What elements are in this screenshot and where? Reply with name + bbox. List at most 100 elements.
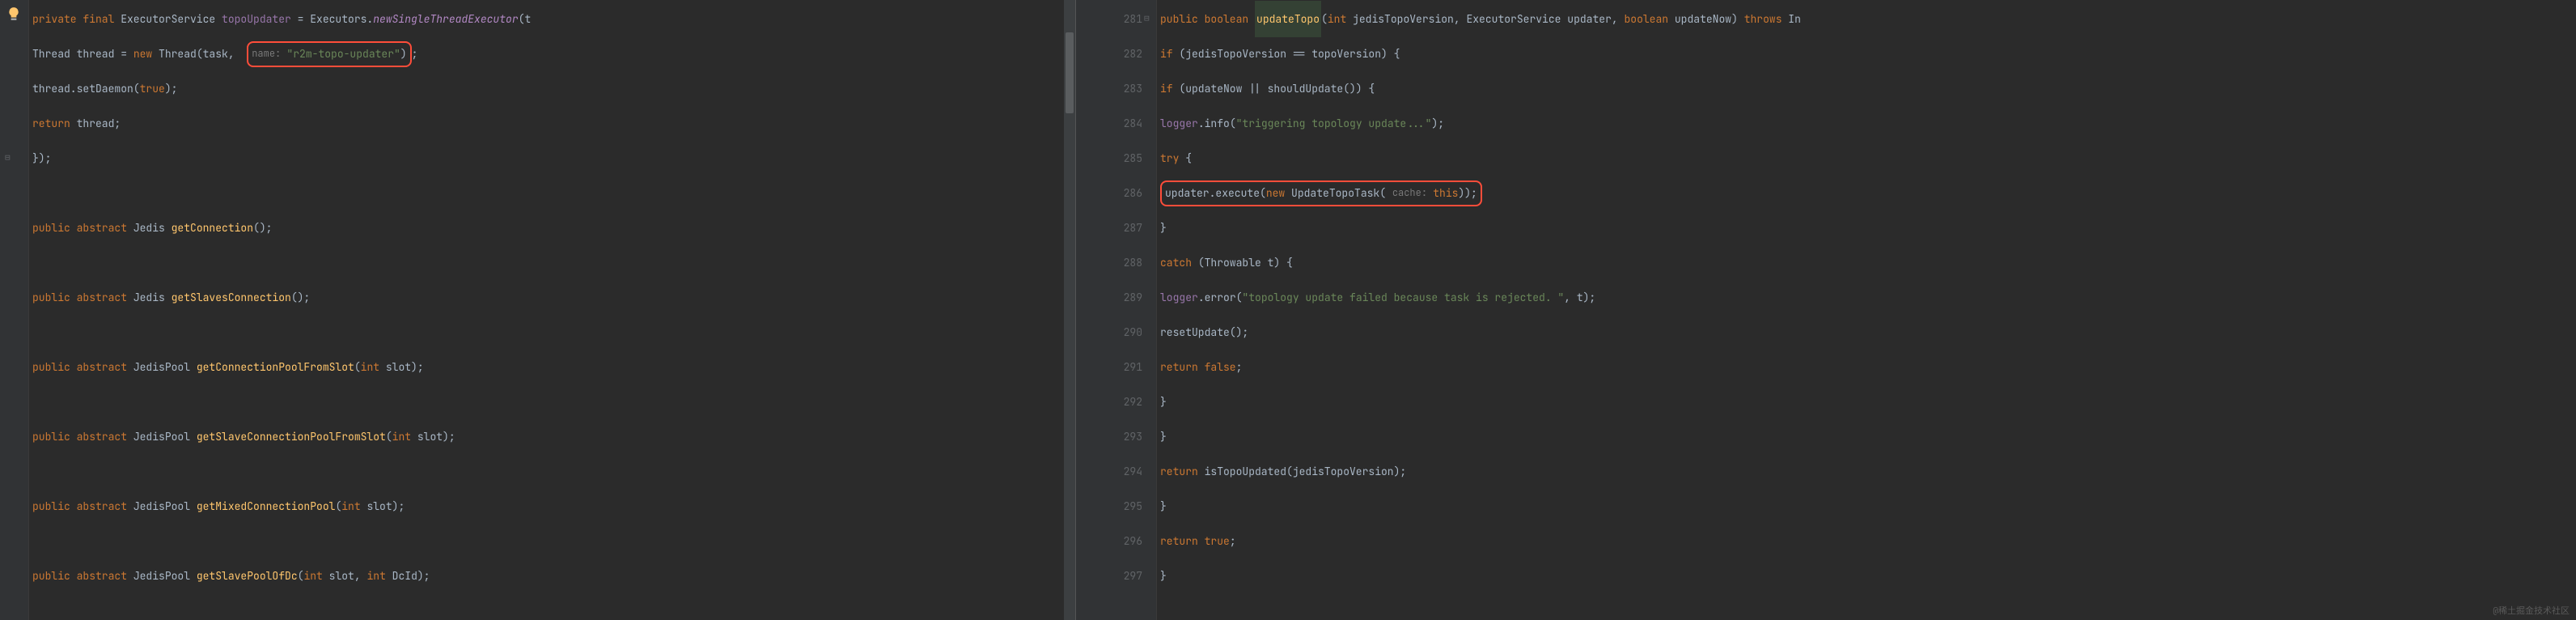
code-line[interactable]: return false; [1160,350,2576,384]
code-token: getSlaveConnectionPoolFromSlot [197,419,386,454]
code-token: name: [252,36,286,71]
code-line[interactable]: }); [32,141,1075,176]
line-number: 288 [1076,245,1142,280]
code-line[interactable]: } [1160,489,2576,524]
code-line[interactable]: resetUpdate(); [1160,315,2576,350]
code-area-left[interactable]: private final ExecutorService topoUpdate… [32,2,1075,593]
editor-pane-right[interactable]: 2812822832842852862872882892902912922932… [1076,0,2576,620]
code-line[interactable]: public abstract Jedis getSlavesConnectio… [32,280,1075,315]
code-token: Jedis [133,280,172,315]
code-token: Thread(task, [159,36,247,71]
line-number: 294 [1076,454,1142,489]
code-token: (jedisTopoVersion == topoVersion) { [1179,36,1400,71]
code-token: return [1160,454,1205,489]
code-token: (); [291,280,310,315]
highlight-box: name: "r2m-topo-updater") [247,41,411,67]
code-line[interactable]: try { [1160,141,2576,176]
line-number: 292 [1076,384,1142,419]
code-token: Jedis [133,210,172,245]
code-token: DcId); [392,558,430,593]
line-numbers-right: 2812822832842852862872882892902912922932… [1076,0,1154,593]
editor-pane-left[interactable]: private final ExecutorService topoUpdate… [0,0,1076,620]
code-line[interactable]: } [1160,558,2576,593]
fold-handle-icon[interactable]: ⊟ [1144,13,1150,24]
line-number: 296 [1076,524,1142,558]
code-line[interactable]: thread.setDaemon(true); [32,71,1075,106]
code-line[interactable]: public abstract JedisPool getMixedConnec… [32,489,1075,524]
code-token: "r2m-topo-updater" [286,36,400,71]
code-line[interactable]: public abstract JedisPool getSlaveConnec… [32,419,1075,454]
code-line[interactable]: if (updateNow || shouldUpdate()) { [1160,71,2576,106]
code-token: updater.execute( [1165,176,1266,210]
code-token: "triggering topology update..." [1236,106,1432,141]
code-token: ; [1230,524,1236,558]
code-token: ( [1321,2,1328,36]
intention-bulb-icon[interactable] [6,6,21,21]
code-line[interactable]: catch (Throwable t) { [1160,245,2576,280]
code-token: private final [32,2,121,36]
code-line[interactable] [32,384,1075,419]
line-number: 283 [1076,71,1142,106]
code-token: ) [400,36,407,71]
code-token: ( [298,558,304,593]
code-line[interactable]: public abstract JedisPool getConnectionP… [32,350,1075,384]
code-token: isTopoUpdated(jedisTopoVersion); [1205,454,1407,489]
code-line[interactable]: return thread; [32,106,1075,141]
code-token: )); [1458,176,1477,210]
scroll-thumb-left[interactable] [1066,32,1074,113]
code-token: (); [253,210,272,245]
code-line[interactable]: logger.error("topology update failed bec… [1160,280,2576,315]
code-token: .info( [1198,106,1236,141]
code-line[interactable]: updater.execute(new UpdateTopoTask( cach… [1160,176,2576,210]
code-line[interactable] [32,315,1075,350]
code-area-right[interactable]: public boolean updateTopo(int jedisTopoV… [1160,2,2576,593]
code-token: updateNow) [1675,2,1744,36]
fold-handle-icon[interactable]: ⊟ [5,152,11,163]
code-line[interactable]: } [1160,419,2576,454]
code-line[interactable] [32,245,1075,280]
code-line[interactable]: return true; [1160,524,2576,558]
code-token: slot, [329,558,367,593]
code-line[interactable] [32,524,1075,558]
code-token: int [366,558,392,593]
code-line[interactable] [32,454,1075,489]
code-line[interactable]: public abstract Jedis getConnection(); [32,210,1075,245]
code-line[interactable]: Thread thread = new Thread(task, name: "… [32,36,1075,71]
code-token: public abstract [32,489,133,524]
code-token: } [1160,384,1167,419]
code-token: int [303,558,328,593]
watermark: @稀土掘金技术社区 [2493,604,2570,617]
code-token: ); [165,71,178,106]
code-token: getConnectionPoolFromSlot [197,350,354,384]
code-token: if [1160,36,1179,71]
line-number: 286 [1076,176,1142,210]
scrollbar-left[interactable] [1064,0,1075,620]
code-line[interactable]: public abstract JedisPool getSlavePoolOf… [32,558,1075,593]
code-line[interactable]: } [1160,210,2576,245]
code-token: thread; [77,106,121,141]
code-token: slot); [386,350,424,384]
code-token: } [1160,558,1167,593]
code-token: topoUpdater [222,2,291,36]
code-token: ( [335,489,341,524]
code-line[interactable]: } [1160,384,2576,419]
code-line[interactable]: public boolean updateTopo(int jedisTopoV… [1160,2,2576,36]
code-token: = Executors. [291,2,373,36]
code-token: public abstract [32,350,133,384]
code-token: Thread [32,36,77,71]
code-line[interactable]: if (jedisTopoVersion == topoVersion) { [1160,36,2576,71]
code-token: ExecutorService [121,2,222,36]
code-token: new [133,36,159,71]
line-number: 290 [1076,315,1142,350]
code-token: logger [1160,280,1198,315]
code-line[interactable] [32,176,1075,210]
code-token: updater, [1567,2,1624,36]
code-line[interactable]: return isTopoUpdated(jedisTopoVersion); [1160,454,2576,489]
code-line[interactable]: logger.info("triggering topology update.… [1160,106,2576,141]
code-token: { [1185,141,1192,176]
code-token: ( [354,350,361,384]
code-token: boolean [1624,2,1674,36]
code-token: jedisTopoVersion, [1353,2,1466,36]
code-token: logger [1160,106,1198,141]
code-line[interactable]: private final ExecutorService topoUpdate… [32,2,1075,36]
